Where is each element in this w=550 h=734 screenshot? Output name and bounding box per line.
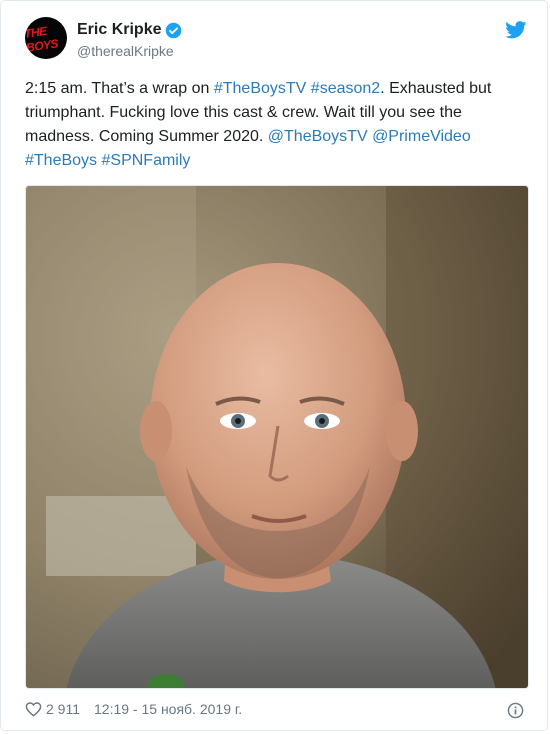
hashtag-link[interactable]: #SPNFamily [102, 152, 191, 169]
heart-icon[interactable] [25, 701, 42, 717]
author-handle[interactable]: @therealKripke [77, 43, 174, 59]
selfie-photo-illustration [26, 186, 528, 688]
tweet-timestamp[interactable]: 12:19 - 15 нояб. 2019 г. [94, 701, 242, 717]
twitter-bird-icon[interactable] [505, 21, 527, 39]
author-name-row[interactable]: Eric Kripke [77, 21, 182, 39]
tweet-photo[interactable] [25, 185, 529, 689]
tweet-text: 2:15 am. That’s a wrap on #TheBoysTV #se… [25, 77, 531, 173]
hashtag-link[interactable]: #season2 [311, 80, 380, 97]
verified-badge-icon [166, 22, 182, 38]
mention-link[interactable]: @PrimeVideo [372, 128, 471, 145]
avatar-logo-text: THE BOYS [25, 23, 59, 55]
likes-count[interactable]: 2 911 [46, 701, 80, 717]
display-name[interactable]: Eric Kripke [77, 21, 161, 39]
info-icon[interactable] [507, 702, 524, 719]
tweet-card: THE BOYS Eric Kripke @therealKripke 2:15… [0, 0, 548, 731]
hashtag-link[interactable]: #TheBoys [25, 152, 97, 169]
hashtag-link[interactable]: #TheBoysTV [214, 80, 306, 97]
tweet-footer: 2 911 12:19 - 15 нояб. 2019 г. [25, 701, 523, 717]
mention-link[interactable]: @TheBoysTV [268, 128, 368, 145]
tweet-text-segment: 2:15 am. That’s a wrap on [25, 80, 214, 97]
avatar[interactable]: THE BOYS [25, 17, 67, 59]
